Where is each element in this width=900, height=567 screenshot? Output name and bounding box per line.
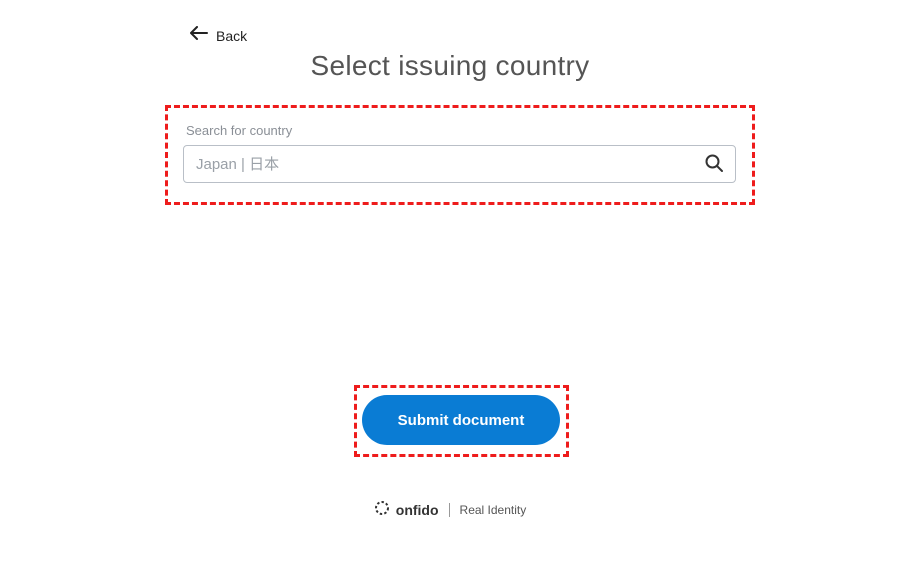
back-label: Back <box>216 28 247 44</box>
page-title: Select issuing country <box>0 50 900 82</box>
brand-tagline: Real Identity <box>449 503 527 517</box>
page-root: Back Select issuing country Search for c… <box>0 0 900 567</box>
back-button[interactable]: Back <box>190 26 247 45</box>
search-icon <box>704 153 724 173</box>
search-label: Search for country <box>186 123 292 138</box>
submit-document-button[interactable]: Submit document <box>362 395 560 445</box>
footer-brand: onfido Real Identity <box>0 500 900 519</box>
country-search-input[interactable] <box>183 145 736 183</box>
brand-name-text: onfido <box>396 502 439 518</box>
onfido-logo-icon <box>374 500 390 519</box>
arrow-left-icon <box>190 26 208 45</box>
search-input-wrap <box>183 145 736 183</box>
